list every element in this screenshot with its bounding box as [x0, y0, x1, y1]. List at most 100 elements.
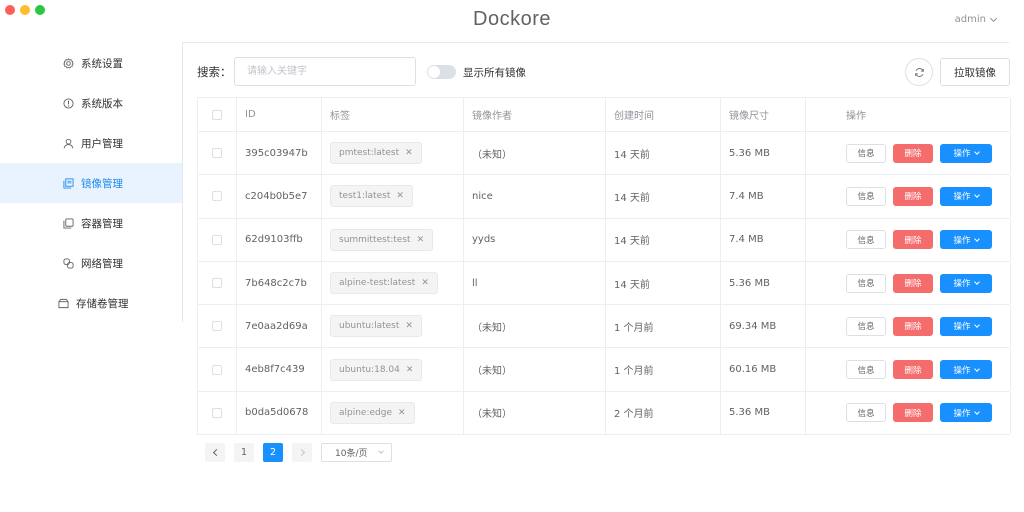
sidebar-item-network-management[interactable]: 网络管理 [0, 243, 182, 283]
column-header-author: 镜像作者 [464, 98, 606, 131]
more-actions-button[interactable]: 操作 [940, 360, 992, 380]
more-actions-label: 操作 [953, 149, 971, 160]
column-header-tag: 标签 [322, 98, 464, 131]
delete-button[interactable]: 删除 [893, 316, 933, 336]
page-size-select[interactable]: 10条/页 [321, 443, 392, 462]
image-size: 5.36 MB [721, 261, 806, 305]
table-row: b0da5d0678 alpine:edge ✕ （未知） 2 个月前 5.36 MB 信息… [198, 391, 1011, 436]
row-actions: 信息 删除 操作 [814, 143, 992, 163]
storage-icon [58, 298, 69, 309]
pull-image-button[interactable]: 拉取镜像 [940, 58, 1010, 86]
row-checkbox[interactable] [212, 407, 222, 418]
more-actions-button[interactable]: 操作 [940, 143, 992, 163]
close-icon[interactable]: ✕ [417, 235, 425, 245]
sidebar-item-container-management[interactable]: 容器管理 [0, 203, 182, 243]
close-icon[interactable]: ✕ [396, 191, 404, 201]
more-actions-button[interactable]: 操作 [940, 403, 992, 423]
pagination: 1 2 10条/页 [205, 443, 392, 462]
user-menu[interactable]: admin [954, 14, 998, 25]
row-checkbox[interactable] [212, 191, 222, 202]
image-id: 7e0aa2d69a [237, 305, 322, 348]
close-icon[interactable]: ✕ [421, 278, 429, 288]
more-actions-button[interactable]: 操作 [940, 186, 992, 206]
sidebar-item-storage-management[interactable]: 存储卷管理 [0, 283, 182, 323]
info-button[interactable]: 信息 [846, 230, 886, 250]
row-checkbox[interactable] [212, 148, 222, 159]
header-divider [183, 42, 1009, 43]
select-all-checkbox[interactable] [212, 109, 222, 120]
sidebar-item-image-management[interactable]: 镜像管理 [0, 163, 182, 203]
row-checkbox-cell [198, 261, 237, 305]
image-tag-cell: alpine-test:latest ✕ [322, 261, 464, 305]
row-checkbox[interactable] [212, 278, 222, 289]
more-actions-button[interactable]: 操作 [940, 230, 992, 250]
info-button[interactable]: 信息 [846, 360, 886, 380]
image-created: 14 天前 [606, 175, 721, 218]
close-icon[interactable]: ✕ [405, 321, 413, 331]
image-tag-cell: summittest:test ✕ [322, 218, 464, 261]
image-tag-label: ubuntu:18.04 [339, 364, 400, 375]
row-actions: 信息 删除 操作 [814, 186, 992, 206]
image-size: 5.36 MB [721, 132, 806, 175]
chevron-down-icon [973, 192, 980, 199]
delete-button[interactable]: 删除 [893, 360, 933, 380]
search-input[interactable] [234, 57, 416, 86]
row-checkbox[interactable] [212, 234, 222, 245]
image-size: 7.4 MB [721, 175, 806, 218]
more-actions-button[interactable]: 操作 [940, 273, 992, 293]
info-button[interactable]: 信息 [846, 186, 886, 206]
close-icon[interactable]: ✕ [406, 365, 414, 375]
image-size: 5.36 MB [721, 391, 806, 435]
refresh-icon [914, 67, 924, 77]
next-page-button[interactable] [292, 443, 312, 462]
image-table: ID 标签 镜像作者 创建时间 镜像尺寸 操作 395c03947b pmtest… [197, 97, 1011, 436]
info-button[interactable]: 信息 [846, 143, 886, 163]
sidebar-item-system-version[interactable]: 系统版本 [0, 83, 182, 123]
info-button[interactable]: 信息 [846, 273, 886, 293]
page-button-1[interactable]: 1 [234, 443, 254, 462]
refresh-button[interactable] [905, 58, 933, 86]
sidebar-item-user-management[interactable]: 用户管理 [0, 123, 182, 163]
image-tag-cell: ubuntu:18.04 ✕ [322, 348, 464, 391]
show-all-images-toggle[interactable] [427, 65, 456, 79]
row-actions: 信息 删除 操作 [814, 273, 992, 293]
row-actions: 信息 删除 操作 [814, 316, 992, 336]
delete-button[interactable]: 删除 [893, 230, 933, 250]
info-button[interactable]: 信息 [846, 316, 886, 336]
delete-button[interactable]: 删除 [893, 403, 933, 423]
image-created: 14 天前 [606, 132, 721, 175]
column-header-id: ID [237, 98, 322, 131]
row-checkbox[interactable] [212, 364, 222, 375]
delete-button[interactable]: 删除 [893, 273, 933, 293]
image-tag: ubuntu:18.04 ✕ [330, 358, 423, 381]
close-icon[interactable]: ✕ [398, 408, 406, 418]
image-author: yyds [464, 218, 606, 261]
user-name: admin [954, 14, 986, 25]
row-checkbox[interactable] [212, 321, 222, 332]
more-actions-button[interactable]: 操作 [940, 316, 992, 336]
header-checkbox-cell [198, 98, 237, 131]
chevron-down-icon [989, 14, 998, 22]
image-tag-cell: ubuntu:latest ✕ [322, 305, 464, 348]
info-button[interactable]: 信息 [846, 403, 886, 423]
search-label: 搜索： [197, 65, 232, 79]
image-author: （未知） [464, 132, 606, 175]
image-size: 60.16 MB [721, 348, 806, 391]
close-icon[interactable]: ✕ [405, 148, 413, 158]
column-header-created: 创建时间 [606, 98, 721, 131]
delete-button[interactable]: 删除 [893, 143, 933, 163]
sidebar-item-system-settings[interactable]: 系统设置 [0, 43, 182, 83]
image-size: 69.34 MB [721, 305, 806, 348]
page-button-2[interactable]: 2 [263, 443, 283, 462]
delete-button[interactable]: 删除 [893, 186, 933, 206]
image-tag: alpine-test:latest ✕ [330, 272, 438, 295]
more-actions-label: 操作 [953, 192, 971, 203]
user-icon [63, 138, 74, 149]
image-tag: alpine:edge ✕ [330, 401, 415, 424]
more-actions-label: 操作 [953, 235, 971, 246]
show-all-images-label: 显示所有镜像 [463, 67, 526, 79]
prev-page-button[interactable] [205, 443, 225, 462]
row-actions: 信息 删除 操作 [814, 403, 992, 423]
toggle-knob [428, 66, 440, 78]
table-row: c204b0b5e7 test1:latest ✕ nice 14 天前 7.4 MB 信息… [198, 175, 1011, 219]
